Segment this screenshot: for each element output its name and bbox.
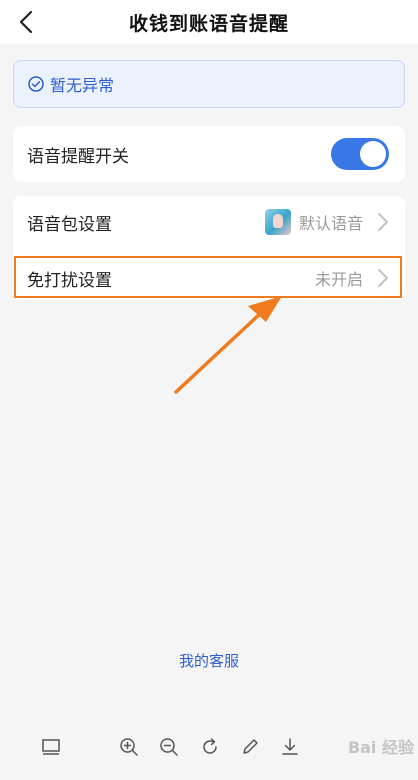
voice-pack-label: 语音包设置 [27,214,112,235]
dnd-row[interactable]: 免打扰设置 未开启 [13,252,405,304]
voice-switch-row: 语音提醒开关 [13,128,405,180]
voice-avatar-icon [264,209,291,235]
edit-icon[interactable] [239,736,261,758]
top-bar: 收钱到账语音提醒 [0,0,418,44]
page: 收钱到账语音提醒 暂无异常 语音提醒开关 语音包设置 默认语音 免打扰设置 未开… [0,0,418,780]
watermark-logo: Bai 经验 [347,738,414,757]
fit-screen-icon[interactable] [40,736,62,758]
status-banner: 暂无异常 [13,60,405,108]
page-title: 收钱到账语音提醒 [128,12,289,35]
download-icon[interactable] [279,736,301,758]
voice-pack-value: 默认语音 [298,214,363,233]
voice-switch-card: 语音提醒开关 [13,126,405,182]
customer-service-link[interactable]: 我的客服 [0,650,418,671]
voice-pack-row[interactable]: 语音包设置 默认语音 [13,196,405,248]
voice-switch-label: 语音提醒开关 [27,146,129,167]
zoom-in-icon[interactable] [118,736,140,758]
back-button[interactable] [10,6,42,38]
check-circle-icon [28,76,44,92]
dnd-label: 免打扰设置 [27,270,112,291]
status-text: 暂无异常 [50,76,115,95]
rotate-icon[interactable] [199,736,221,758]
toggle-knob [360,141,386,167]
dnd-value: 未开启 [314,270,363,289]
voice-switch-toggle[interactable] [331,138,389,170]
chevron-right-icon [377,268,389,288]
zoom-out-icon[interactable] [158,736,180,758]
settings-card: 语音包设置 默认语音 免打扰设置 未开启 [13,196,405,300]
back-icon [19,10,33,34]
chevron-right-icon [377,212,389,232]
